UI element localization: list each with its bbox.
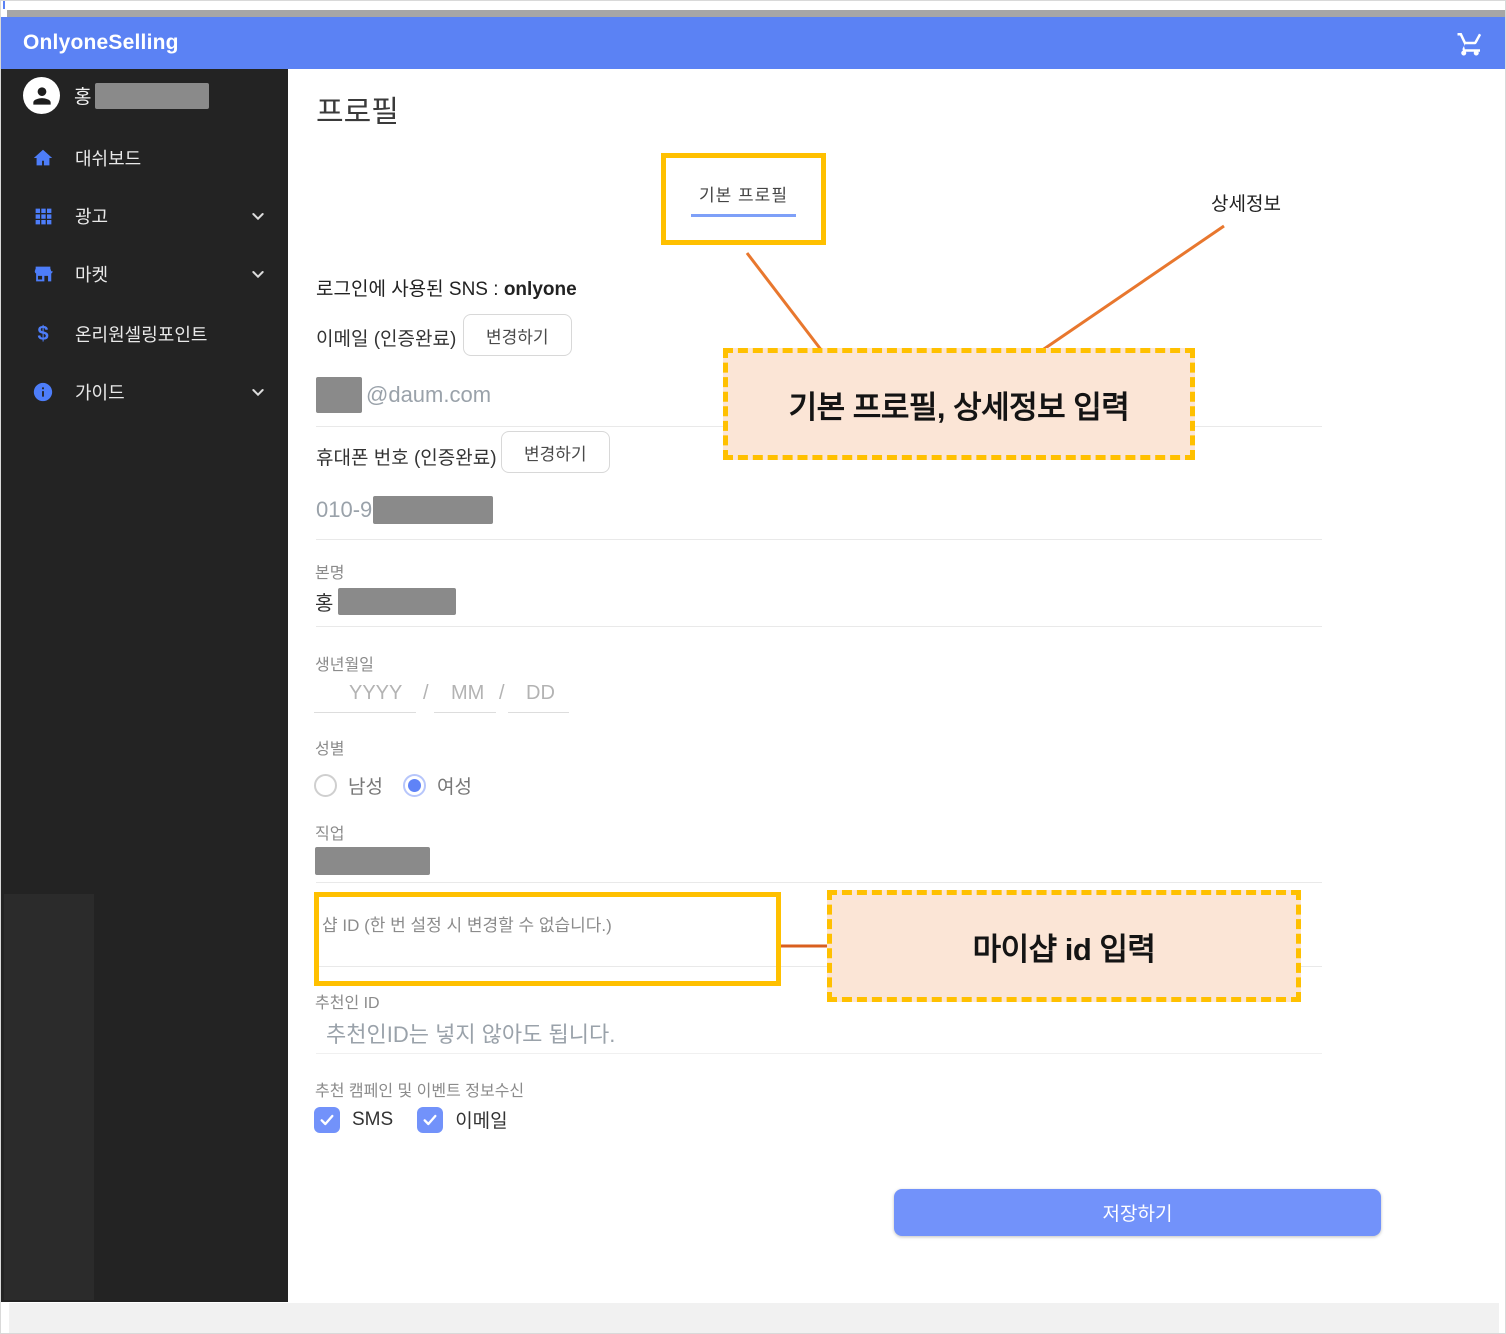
save-button[interactable]: 저장하기 bbox=[894, 1189, 1381, 1236]
date-separator: / bbox=[499, 682, 505, 704]
dollar-icon: $ bbox=[37, 322, 49, 345]
sidebar-item-label: 마켓 bbox=[75, 265, 109, 285]
birth-month-input[interactable]: MM bbox=[451, 682, 484, 705]
annotation-detail-info-label: 상세정보 bbox=[1211, 194, 1281, 215]
checkbox-sms[interactable]: SMS bbox=[314, 1106, 393, 1133]
sidebar-item-guide[interactable]: 가이드 bbox=[1, 371, 288, 413]
gender-radio-group: 남성 여성 bbox=[314, 772, 472, 799]
top-margin bbox=[1, 1, 1505, 10]
input-underline bbox=[316, 882, 1322, 883]
subscribe-label: 추천 캠페인 및 이벤트 정보수신 bbox=[315, 1083, 525, 1100]
referrer-label: 추천인 ID bbox=[315, 995, 380, 1012]
top-header-bar: OnlyoneSelling bbox=[1, 17, 1505, 69]
date-separator: / bbox=[423, 682, 429, 704]
gender-option-male[interactable]: 남성 bbox=[314, 772, 383, 799]
redaction-mask bbox=[315, 847, 430, 875]
sidebar-lighter-panel bbox=[4, 894, 94, 1300]
redaction-mask bbox=[316, 377, 362, 413]
sidebar-item-ads[interactable]: 광고 bbox=[1, 195, 288, 237]
annotation-note-profile: 기본 프로필, 상세정보 입력 bbox=[723, 348, 1195, 460]
brand-logo[interactable]: OnlyoneSelling bbox=[23, 31, 179, 55]
email-change-button[interactable]: 변경하기 bbox=[463, 314, 572, 356]
redaction-mask bbox=[373, 496, 494, 524]
sidebar-item-label: 대쉬보드 bbox=[75, 149, 142, 169]
grid-icon bbox=[31, 204, 55, 228]
birth-label: 생년월일 bbox=[315, 657, 374, 674]
input-underline bbox=[316, 1053, 1322, 1054]
job-label: 직업 bbox=[315, 826, 345, 843]
phone-change-button[interactable]: 변경하기 bbox=[501, 431, 610, 473]
page-title: 프로필 bbox=[316, 96, 399, 129]
sns-login-line: 로그인에 사용된 SNS : onlyone bbox=[316, 279, 577, 300]
radio-selected-icon[interactable] bbox=[402, 774, 426, 797]
store-icon bbox=[31, 262, 55, 286]
sidebar-item-label: 온리원셀링포인트 bbox=[75, 325, 208, 345]
redaction-mask bbox=[338, 588, 457, 615]
shopid-highlight-box bbox=[314, 892, 781, 986]
realname-label: 본명 bbox=[315, 565, 345, 582]
sns-provider: onlyone bbox=[503, 279, 577, 300]
input-underline bbox=[316, 626, 1322, 627]
cart-icon[interactable] bbox=[1455, 28, 1485, 58]
checkbox-checked-icon[interactable] bbox=[314, 1106, 340, 1133]
sidebar-user[interactable]: 홍 bbox=[23, 77, 210, 114]
phone-label: 휴대폰 번호 (인증완료) bbox=[316, 448, 497, 469]
sidebar-item-label: 가이드 bbox=[75, 383, 125, 403]
radio-unselected-icon[interactable] bbox=[314, 774, 337, 797]
app-window: OnlyoneSelling 홍 대쉬보드 광고 마켓 $ 온리원셀링포인트 가… bbox=[0, 0, 1506, 1334]
chevron-down-icon bbox=[250, 384, 266, 400]
home-icon bbox=[31, 146, 55, 170]
shopid-label[interactable]: 샵 ID (한 번 설정 시 변경할 수 없습니다.) bbox=[322, 911, 612, 936]
redaction-mask bbox=[95, 82, 210, 109]
referrer-input[interactable]: 추천인ID는 넣지 않아도 됩니다. bbox=[326, 1017, 615, 1049]
sidebar-item-dashboard[interactable]: 대쉬보드 bbox=[1, 137, 288, 179]
input-underline bbox=[314, 712, 416, 713]
email-label: 이메일 (인증완료) bbox=[316, 329, 457, 350]
checkbox-email[interactable]: 이메일 bbox=[417, 1106, 508, 1133]
input-underline bbox=[508, 712, 569, 713]
birth-day-input[interactable]: DD bbox=[526, 682, 555, 705]
chevron-down-icon bbox=[250, 266, 266, 282]
sidebar: 홍 대쉬보드 광고 마켓 $ 온리원셀링포인트 가이드 bbox=[1, 69, 288, 1302]
birth-year-input[interactable]: YYYY bbox=[349, 682, 402, 705]
top-gray-strip bbox=[7, 10, 1505, 17]
footer-strip bbox=[9, 1303, 1499, 1333]
chevron-down-icon bbox=[250, 208, 266, 224]
checkbox-checked-icon[interactable] bbox=[417, 1106, 444, 1133]
info-icon bbox=[31, 380, 55, 404]
gender-label: 성별 bbox=[315, 741, 345, 758]
main-content: 프로필 로그인에 사용된 SNS : onlyone 이메일 (인증완료) 변경… bbox=[288, 69, 1505, 1302]
sidebar-item-points[interactable]: $ 온리원셀링포인트 bbox=[1, 313, 288, 355]
avatar-icon bbox=[23, 77, 60, 114]
phone-value[interactable]: 010-9 bbox=[316, 496, 494, 524]
corner-artifact bbox=[3, 1, 5, 9]
user-name-text: 홍 bbox=[74, 87, 92, 108]
input-underline bbox=[434, 712, 496, 713]
email-value[interactable]: @daum.com bbox=[316, 377, 491, 413]
subscribe-checkbox-group: SMS 이메일 bbox=[314, 1106, 508, 1133]
sidebar-item-label: 광고 bbox=[75, 207, 109, 227]
annotation-note-myshop: 마이샵 id 입력 bbox=[827, 890, 1301, 1002]
input-underline bbox=[316, 539, 1322, 540]
tab-highlight-box bbox=[661, 153, 826, 245]
realname-value[interactable]: 홍 bbox=[315, 587, 457, 616]
sidebar-item-market[interactable]: 마켓 bbox=[1, 253, 288, 295]
gender-option-female[interactable]: 여성 bbox=[402, 772, 472, 799]
